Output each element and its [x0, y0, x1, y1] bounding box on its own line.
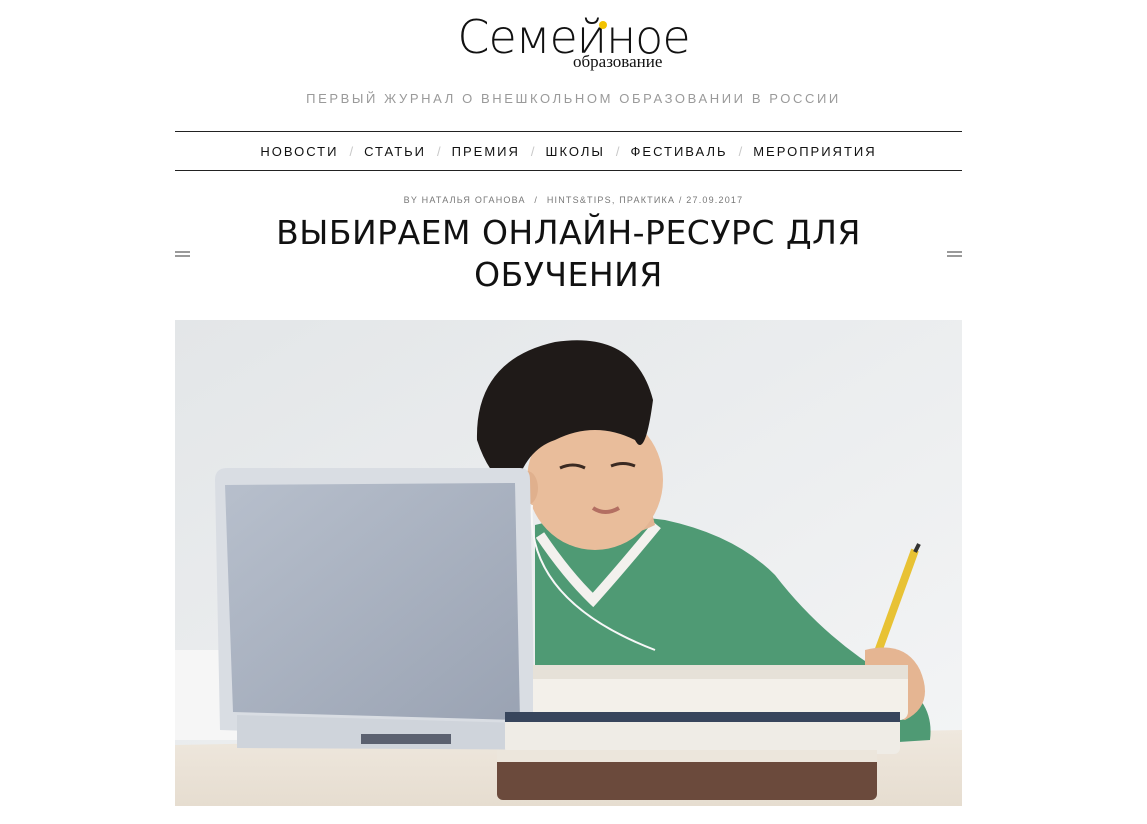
- nav-item-articles[interactable]: СТАТЬИ: [362, 144, 428, 159]
- nav-separator: /: [349, 143, 354, 159]
- nav-item-news[interactable]: НОВОСТИ: [258, 144, 340, 159]
- nav-item-events[interactable]: МЕРОПРИЯТИЯ: [751, 144, 878, 159]
- site-tagline: ПЕРВЫЙ ЖУРНАЛ О ВНЕШКОЛЬНОМ ОБРАЗОВАНИИ …: [306, 91, 841, 106]
- nav-item-schools[interactable]: ШКОЛЫ: [544, 144, 607, 159]
- nav-separator: /: [738, 143, 743, 159]
- logo-dot-icon: [599, 21, 607, 29]
- nav-separator: /: [437, 143, 441, 159]
- meta-separator: /: [534, 195, 539, 205]
- article-meta: BY НАТАЛЬЯ ОГАНОВА / HINTS&TIPS, ПРАКТИК…: [0, 195, 1147, 205]
- article-date: 27.09.2017: [686, 195, 744, 205]
- title-decoration-left-icon: [175, 251, 190, 257]
- title-row: ВЫБИРАЕМ ОНЛАЙН-РЕСУРС ДЛЯ ОБУЧЕНИЯ: [175, 210, 962, 300]
- nav-separator: /: [615, 143, 620, 159]
- hero-illustration: [175, 320, 962, 806]
- article-hero-image: [175, 320, 962, 806]
- category-links[interactable]: HINTS&TIPS, ПРАКТИКА: [547, 195, 675, 205]
- logo-subtitle: образование: [573, 52, 663, 71]
- nav-item-festival[interactable]: ФЕСТИВАЛЬ: [629, 144, 730, 159]
- article-title: ВЫБИРАЕМ ОНЛАЙН-РЕСУРС ДЛЯ ОБУЧЕНИЯ: [276, 213, 861, 294]
- nav-item-award[interactable]: ПРЕМИЯ: [450, 144, 522, 159]
- meta-by: BY: [403, 195, 418, 205]
- meta-separator: /: [678, 195, 683, 205]
- author-link[interactable]: НАТАЛЬЯ ОГАНОВА: [422, 195, 526, 205]
- nav-separator: /: [530, 143, 535, 159]
- title-decoration-right-icon: [947, 251, 962, 257]
- main-nav: НОВОСТИ / СТАТЬИ / ПРЕМИЯ / ШКОЛЫ / ФЕСТ…: [175, 131, 962, 171]
